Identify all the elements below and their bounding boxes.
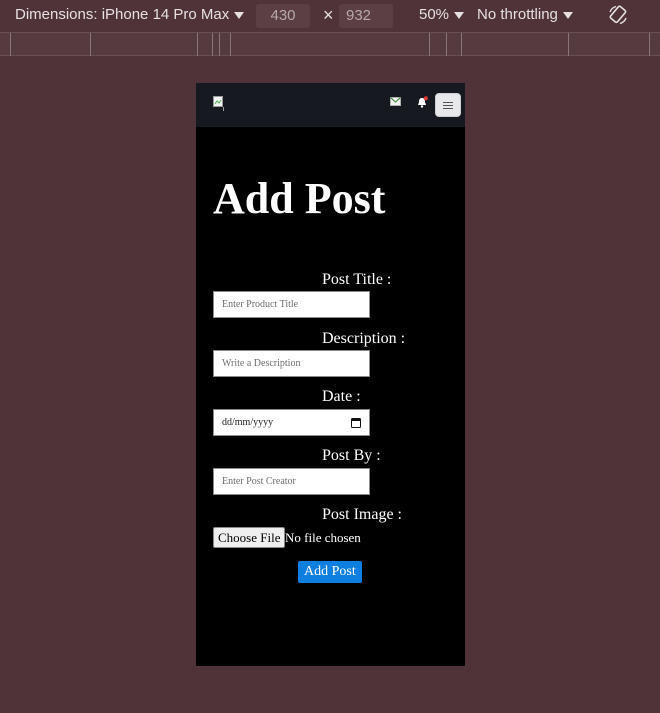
calendar-icon[interactable] xyxy=(351,417,361,428)
page-title: Add Post xyxy=(213,174,386,223)
description-label: Description : xyxy=(322,330,406,347)
mail-icon[interactable] xyxy=(390,97,401,106)
zoom-label: 50% xyxy=(419,6,450,23)
caret-down-icon xyxy=(562,11,573,19)
media-query-ruler xyxy=(0,32,660,56)
post-by-field[interactable] xyxy=(213,468,370,495)
post-title-input[interactable] xyxy=(222,299,369,310)
rotate-icon[interactable] xyxy=(607,4,629,26)
description-input[interactable] xyxy=(222,358,369,369)
zoom-select[interactable]: 50% xyxy=(419,6,465,23)
post-title-label: Post Title : xyxy=(322,271,392,288)
broken-image-icon[interactable] xyxy=(213,96,227,112)
width-input[interactable]: 430 xyxy=(256,4,310,28)
date-value: dd/mm/yyyy xyxy=(222,417,274,428)
throttling-select[interactable]: No throttling xyxy=(477,6,573,23)
caret-down-icon xyxy=(454,11,465,19)
post-by-input[interactable] xyxy=(222,476,369,487)
height-input[interactable]: 932 xyxy=(339,4,393,28)
post-title-field[interactable] xyxy=(213,291,370,318)
device-select[interactable]: Dimensions: iPhone 14 Pro Max xyxy=(15,6,245,23)
navbar xyxy=(196,83,465,127)
device-label: Dimensions: iPhone 14 Pro Max xyxy=(15,6,230,23)
choose-file-button[interactable]: Choose File xyxy=(213,527,286,548)
post-image-label: Post Image : xyxy=(322,506,402,523)
date-label: Date : xyxy=(322,388,361,405)
hamburger-menu-icon[interactable] xyxy=(435,93,461,117)
post-by-label: Post By : xyxy=(322,447,381,464)
caret-down-icon xyxy=(234,11,245,19)
date-field[interactable]: dd/mm/yyyy xyxy=(213,409,370,436)
file-status: No file chosen xyxy=(285,530,361,545)
add-post-button[interactable]: Add Post xyxy=(298,561,362,583)
description-field[interactable] xyxy=(213,350,370,377)
device-viewport: Add Post Post Title : Description : Date… xyxy=(196,83,465,666)
notification-bell-icon[interactable] xyxy=(417,96,428,108)
device-toolbar: Dimensions: iPhone 14 Pro Max 430 × 932 … xyxy=(0,0,660,32)
times-icon: × xyxy=(323,5,334,25)
throttling-label: No throttling xyxy=(477,6,558,23)
